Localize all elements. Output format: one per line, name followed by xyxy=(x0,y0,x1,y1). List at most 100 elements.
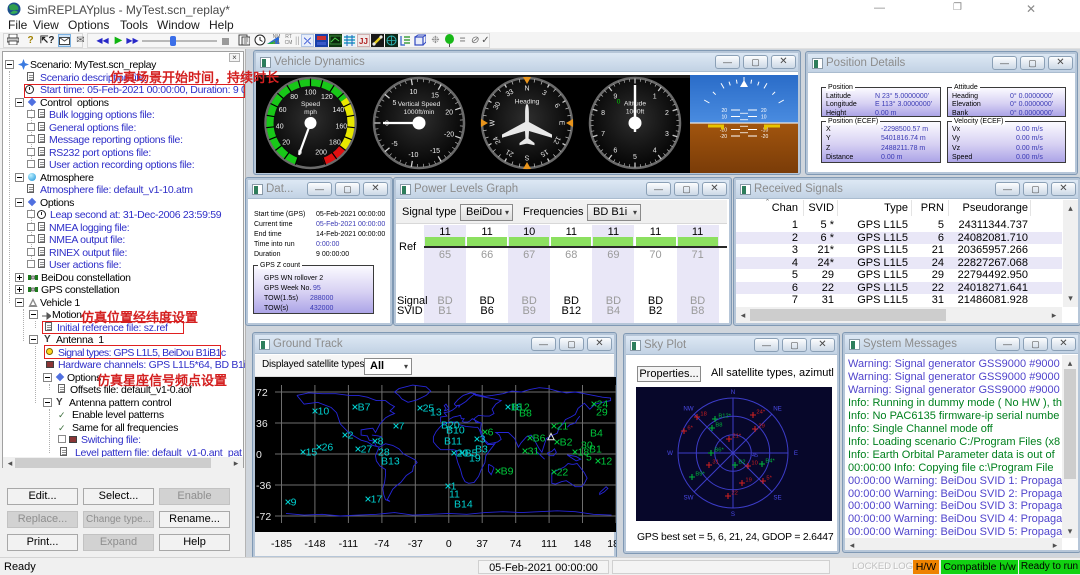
svg-text:72: 72 xyxy=(256,387,268,399)
svg-text:10: 10 xyxy=(721,115,727,121)
svg-text:B4*: B4* xyxy=(765,458,775,464)
svg-text:20: 20 xyxy=(282,140,290,147)
svg-text:185: 185 xyxy=(607,538,616,550)
svg-text:100: 100 xyxy=(305,89,317,96)
svg-text:4: 4 xyxy=(653,148,657,155)
svg-text:B9*: B9* xyxy=(695,471,705,477)
svg-text:45: 45 xyxy=(752,453,758,459)
svg-text:15: 15 xyxy=(431,93,439,100)
svg-text:80: 80 xyxy=(290,94,298,101)
svg-text:B4: B4 xyxy=(590,428,603,440)
svg-text:140: 140 xyxy=(333,107,345,114)
svg-text:31: 31 xyxy=(528,446,540,458)
svg-text:B7: B7 xyxy=(358,402,371,414)
svg-text:B9: B9 xyxy=(501,466,514,478)
svg-text:B6*: B6* xyxy=(714,447,724,453)
svg-text:6: 6 xyxy=(613,148,617,155)
svg-text:29: 29 xyxy=(596,407,608,419)
svg-text:180: 180 xyxy=(329,140,341,147)
svg-text:6: 6 xyxy=(488,427,494,439)
svg-text:26: 26 xyxy=(322,442,334,454)
svg-text:B6: B6 xyxy=(533,433,546,445)
svg-text:10: 10 xyxy=(318,406,330,418)
svg-text:200: 200 xyxy=(315,150,327,157)
svg-text:-148: -148 xyxy=(304,538,325,550)
svg-text:2: 2 xyxy=(348,430,354,442)
svg-text:Vertical Speed: Vertical Speed xyxy=(398,101,441,108)
svg-text:W: W xyxy=(489,119,496,126)
svg-text:-72: -72 xyxy=(256,511,271,523)
svg-text:160: 160 xyxy=(335,124,347,131)
svg-text:24*: 24* xyxy=(756,409,765,415)
svg-text:S: S xyxy=(524,154,529,161)
svg-text:19: 19 xyxy=(745,477,751,483)
svg-text:mph: mph xyxy=(304,109,317,116)
svg-text:Speed: Speed xyxy=(301,101,320,108)
svg-text:22: 22 xyxy=(557,467,569,479)
svg-text:19: 19 xyxy=(469,453,481,465)
svg-text:36: 36 xyxy=(256,418,268,430)
svg-text:NW: NW xyxy=(683,406,693,413)
svg-text:SE: SE xyxy=(773,495,781,502)
svg-text:22: 22 xyxy=(731,490,737,496)
svg-text:18: 18 xyxy=(700,411,706,417)
svg-text:17: 17 xyxy=(371,494,383,506)
svg-text:7: 7 xyxy=(601,131,605,138)
svg-text:-185: -185 xyxy=(271,538,292,550)
svg-text:-111: -111 xyxy=(339,538,359,550)
svg-text:0: 0 xyxy=(256,449,262,461)
svg-text:10: 10 xyxy=(761,115,767,121)
svg-text:8: 8 xyxy=(601,110,605,117)
svg-text:20: 20 xyxy=(445,110,453,117)
svg-text:N: N xyxy=(731,389,735,396)
svg-text:-20: -20 xyxy=(761,134,768,140)
svg-text:15: 15 xyxy=(306,447,318,459)
svg-text:NE: NE xyxy=(773,406,782,413)
svg-text:SW: SW xyxy=(684,495,694,502)
svg-text:7: 7 xyxy=(399,421,405,433)
svg-text:-74: -74 xyxy=(374,538,389,550)
svg-text:2: 2 xyxy=(665,110,669,117)
svg-text:-15: -15 xyxy=(430,148,440,155)
svg-text:B11: B11 xyxy=(444,436,462,448)
svg-text:20: 20 xyxy=(761,108,767,114)
svg-text:B12*: B12* xyxy=(718,413,731,419)
svg-text:1: 1 xyxy=(653,93,657,100)
svg-text:40: 40 xyxy=(276,124,284,131)
svg-text:E: E xyxy=(558,121,565,126)
svg-text:5*: 5* xyxy=(766,475,772,481)
svg-text:6*: 6* xyxy=(687,425,693,431)
svg-text:-36: -36 xyxy=(256,480,271,492)
svg-text:E: E xyxy=(794,450,798,457)
svg-text:5: 5 xyxy=(586,452,592,464)
svg-text:5: 5 xyxy=(393,100,397,107)
svg-text:-37: -37 xyxy=(408,538,423,550)
svg-text:B8: B8 xyxy=(519,408,532,420)
svg-text:27: 27 xyxy=(361,444,373,456)
svg-text:10: 10 xyxy=(751,460,757,466)
svg-text:B2: B2 xyxy=(560,437,573,449)
svg-text:W: W xyxy=(667,450,673,457)
svg-text:31: 31 xyxy=(712,459,718,465)
svg-text:20: 20 xyxy=(721,108,727,114)
svg-text:60: 60 xyxy=(279,107,287,114)
svg-text:29: 29 xyxy=(758,423,764,429)
svg-text:1000ft/min: 1000ft/min xyxy=(404,109,435,116)
svg-text:13: 13 xyxy=(430,407,442,419)
svg-text:N: N xyxy=(524,85,529,92)
svg-text:9: 9 xyxy=(291,497,297,509)
svg-text:21*: 21* xyxy=(732,433,741,439)
svg-text:-20: -20 xyxy=(720,134,727,140)
svg-text:5: 5 xyxy=(633,154,637,161)
svg-text:74: 74 xyxy=(510,538,522,550)
svg-text:21: 21 xyxy=(557,421,569,433)
svg-text:0: 0 xyxy=(617,99,621,106)
svg-text:3: 3 xyxy=(665,131,669,138)
svg-text:-20: -20 xyxy=(444,131,454,138)
svg-text:B2: B2 xyxy=(738,459,745,465)
svg-text:S: S xyxy=(731,511,735,518)
svg-text:-5: -5 xyxy=(391,141,397,148)
svg-text:-10: -10 xyxy=(408,152,418,159)
svg-text:B13: B13 xyxy=(381,456,400,468)
svg-text:120: 120 xyxy=(321,94,333,101)
